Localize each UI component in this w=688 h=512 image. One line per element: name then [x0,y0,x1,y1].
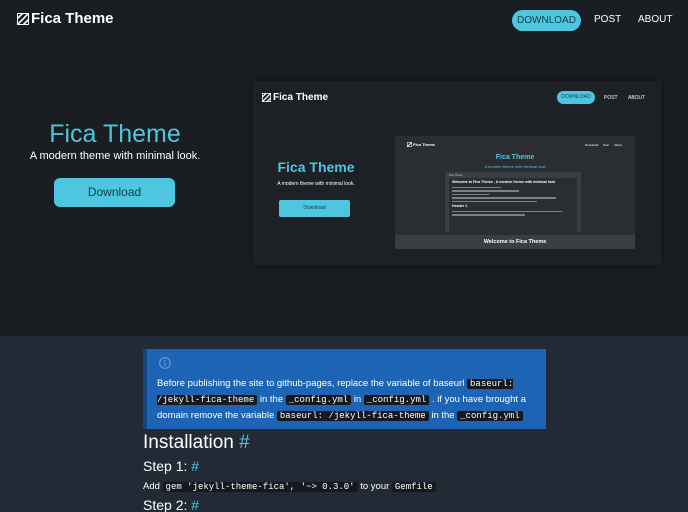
step2-heading: Step 2: # [143,497,199,512]
inner-subtitle: A modern theme with minimal look [484,164,546,169]
inner-logo-icon [407,142,412,147]
inner-doc-heading: Welcome to Fica Theme , A modern theme w… [452,180,556,184]
preview-subtitle: A modern theme with minimal look. [277,181,355,187]
alert-text-3: in [351,394,364,405]
installation-anchor-link[interactable]: # [239,432,250,453]
alert-text-5: in the [428,410,458,421]
main-content: Before publishing the site to github-pag… [0,336,688,512]
preview-download-button: Download [279,200,350,217]
inner-footer: Welcome to Fica Theme [395,235,635,249]
step1-heading: Step 1: # [143,458,199,474]
alert-code-baseurl-2: baseurl: /jekyll-fica-theme [276,411,429,421]
preview-brand-name: Fica Theme [273,92,329,103]
preview-post-link: POST [604,95,618,101]
step1-text-2: to your [357,481,392,492]
installation-heading-text: Installation [143,432,234,453]
step2-anchor-link[interactable]: # [191,497,199,512]
inner-post-link: Post [603,143,610,147]
navbar: Fica Theme DOWNLOAD POST ABOUT [0,0,688,42]
installation-heading: Installation # [143,432,250,454]
step1-anchor-link[interactable]: # [191,458,199,474]
inner-card-header: Fica Theme [449,174,463,177]
inner-title: Fica Theme [495,154,535,161]
inner-download-link: Download [585,143,599,147]
hero-download-button[interactable]: Download [54,178,175,207]
inner-brand: Fica Theme [407,142,435,147]
step1-gem-code: gem 'jekyll-theme-fica', '~> 0.3.0' [162,482,358,492]
alert-code-config-2: _config.yml [363,395,430,405]
step1-paragraph: Add gem 'jekyll-theme-fica', '~> 0.3.0' … [143,481,436,492]
alert-text-1: Before publishing the site to github-pag… [157,378,468,389]
hero-title: Fica Theme [49,120,181,148]
preview-inner-screenshot: Fica Theme Download Post About Fica Them… [395,136,635,249]
striped-square-logo-icon [17,12,29,25]
nav-download-button[interactable]: DOWNLOAD [512,10,581,31]
brand-name: Fica Theme [31,10,114,27]
preview-about-link: ABOUT [628,95,646,101]
nav-post-link[interactable]: POST [594,14,621,25]
step2-heading-text: Step 2: [143,497,188,512]
step1-text-1: Add [143,481,163,492]
brand-link[interactable]: Fica Theme [17,10,114,27]
step1-heading-text: Step 1: [143,458,188,474]
inner-doc-subheading: Header 1 [452,203,468,208]
inner-brand-name: Fica Theme [413,142,436,147]
alert-text: Before publishing the site to github-pag… [157,376,545,424]
nav-about-link[interactable]: ABOUT [638,14,672,25]
info-circle-icon [159,357,171,369]
inner-about-link: About [614,143,622,147]
preview-logo-icon [262,93,271,102]
preview-download-pill: DOWNLOAD [557,91,595,104]
alert-code-config: _config.yml [285,395,352,405]
info-alert: Before publishing the site to github-pag… [143,349,546,429]
theme-preview-image: Fica Theme DOWNLOAD POST ABOUT Fica Them… [253,81,661,265]
step1-gemfile-code: Gemfile [391,482,436,492]
preview-brand: Fica Theme [262,92,328,103]
alert-text-2: in the [257,394,286,405]
hero-subtitle: A modern theme with minimal look. [29,150,201,162]
alert-code-config-3: _config.yml [457,411,523,421]
inner-document: Welcome to Fica Theme , A modern theme w… [449,178,577,232]
preview-title: Fica Theme [277,159,355,175]
